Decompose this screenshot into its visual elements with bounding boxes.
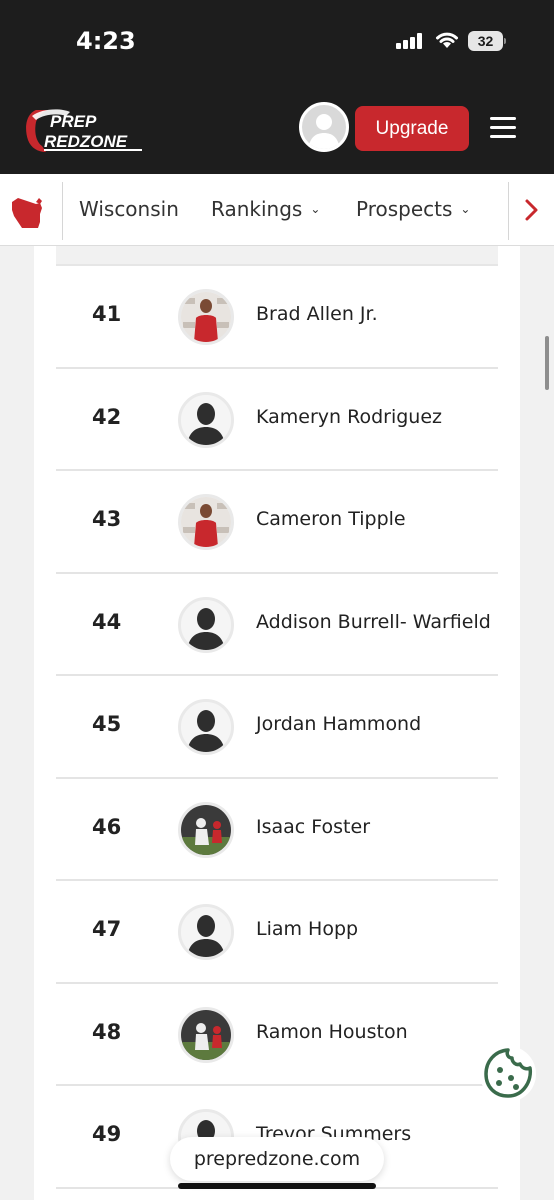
player-name-link[interactable]: Isaac Foster [256,816,370,838]
nav-rankings-label: Rankings [211,197,303,221]
chevron-down-icon: ⌄ [460,202,471,216]
chevron-down-icon: ⌄ [310,202,321,216]
user-avatar[interactable] [299,102,349,152]
home-indicator[interactable] [178,1183,376,1189]
rank-number: 47 [92,917,122,941]
player-name-link[interactable]: Ramon Houston [256,1021,408,1043]
rank-number: 43 [92,507,122,531]
battery-icon: 32 [468,31,506,51]
player-name-link[interactable]: Cameron Tipple [256,508,406,530]
app-header: PREP REDZONE [0,84,554,174]
prep-redzone-logo[interactable]: PREP REDZONE [22,106,148,154]
status-bar: 4:23 32 [0,0,554,84]
ranking-row[interactable]: 48 Ramon Houston [56,984,498,1086]
ranking-row[interactable]: 45 Jordan Hammond [56,676,498,779]
cookie-settings-icon[interactable] [478,1044,538,1104]
hamburger-menu-icon[interactable] [488,115,518,141]
player-name-link[interactable]: Kameryn Rodriguez [256,406,442,428]
rank-number: 48 [92,1019,122,1044]
svg-text:PREP: PREP [50,112,97,131]
ranking-row[interactable]: 42 Kameryn Rodriguez [56,369,498,471]
upgrade-button[interactable]: Upgrade [355,106,469,151]
player-name-link[interactable]: Liam Hopp [256,918,358,940]
player-photo[interactable] [178,391,234,448]
rank-number: 45 [92,712,122,736]
nav-bar: Wisconsin Rankings ⌄ Prospects ⌄ [0,174,554,246]
rank-number: 44 [92,609,122,634]
nav-rankings-dropdown[interactable]: Rankings ⌄ [211,197,320,221]
nav-state-label: Wisconsin [79,197,179,221]
nav-prospects-label: Prospects [356,197,453,221]
player-photo[interactable] [178,904,234,960]
rank-number: 42 [92,404,122,429]
rank-number: 46 [92,814,122,839]
wisconsin-state-icon[interactable] [6,188,52,234]
ranking-row[interactable]: 41 Brad Allen Jr. [56,266,498,369]
chevron-right-icon[interactable] [518,196,544,224]
nav-state-link[interactable]: Wisconsin [79,197,179,221]
player-photo[interactable] [178,699,234,755]
ranking-row[interactable]: 43 Cameron Tipple [56,471,498,574]
browser-url-bar[interactable]: prepredzone.com [170,1137,384,1181]
player-photo[interactable] [178,289,234,345]
scrollbar[interactable] [545,336,549,390]
player-name-link[interactable]: Jordan Hammond [256,713,421,735]
player-photo[interactable] [178,1006,234,1063]
ranking-row[interactable]: 47 Liam Hopp [56,881,498,984]
ranking-row[interactable]: 44 Addison Burrell- Warfield [56,574,498,676]
rank-number: 49 [92,1122,122,1146]
player-name-link[interactable]: Brad Allen Jr. [256,303,378,325]
player-name-link[interactable]: Addison Burrell- Warfield [256,611,491,633]
player-photo[interactable] [178,596,234,653]
ranking-row[interactable]: 46 Isaac Foster [56,779,498,881]
user-silhouette-icon [308,114,340,149]
player-photo[interactable] [178,494,234,550]
nav-prospects-dropdown[interactable]: Prospects ⌄ [356,197,470,221]
player-photo[interactable] [178,801,234,858]
table-header [56,246,498,266]
wifi-icon [436,32,458,48]
svg-text:REDZONE: REDZONE [44,132,128,151]
rank-number: 41 [92,302,122,326]
battery-level: 32 [468,31,503,51]
signal-icon [396,33,422,49]
status-time: 4:23 [76,27,136,55]
rankings-card: 41 Brad Allen Jr. 42 Kameryn Rodriguez 43 Cam… [34,246,520,1200]
